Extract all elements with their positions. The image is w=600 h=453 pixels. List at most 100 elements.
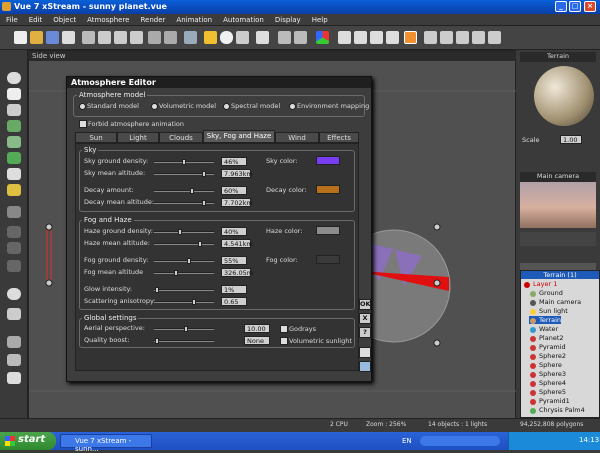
slider-handle[interactable] [202, 171, 206, 177]
copy-icon[interactable] [98, 31, 111, 44]
slider-handle[interactable] [202, 200, 206, 206]
godrays-checkbox[interactable]: Godrays [280, 325, 316, 333]
duplicate-icon[interactable] [130, 31, 143, 44]
media-controls[interactable] [420, 436, 500, 446]
tab-sky-fog-haze[interactable]: Sky, Fog and Haze [203, 130, 275, 143]
light-icon[interactable] [7, 184, 21, 196]
scattering-slider[interactable] [154, 299, 214, 305]
select-icon[interactable] [184, 31, 197, 44]
menu-animation[interactable]: Animation [170, 14, 217, 24]
menu-automation[interactable]: Automation [217, 14, 269, 24]
quality-boost-slider[interactable] [154, 338, 214, 344]
layer-item[interactable]: Planet2 [529, 334, 564, 342]
material-icon[interactable] [316, 31, 329, 44]
quality-boost-value[interactable]: None [244, 336, 270, 345]
sky-altitude-value[interactable]: 7.963km [221, 169, 253, 178]
menu-file[interactable]: File [0, 14, 23, 24]
glow-intensity-slider[interactable] [154, 287, 214, 293]
camera-preview[interactable] [520, 182, 596, 228]
haze-altitude-slider[interactable] [154, 241, 214, 247]
aerial-perspective-value[interactable]: 10.00 [244, 324, 270, 333]
slider-handle[interactable] [198, 241, 202, 247]
close-button[interactable]: × [584, 1, 596, 12]
layer-item[interactable]: Pyramid1 [529, 397, 570, 405]
decay-altitude-value[interactable]: 7.702km [221, 198, 253, 207]
document-icon[interactable] [359, 347, 371, 358]
slider-handle[interactable] [155, 338, 159, 344]
boolean-icon[interactable] [7, 226, 21, 238]
camera-icon[interactable] [7, 288, 21, 300]
decay-amount-slider[interactable] [154, 188, 214, 194]
fog-density-value[interactable]: 55% [221, 256, 247, 265]
slider-handle[interactable] [190, 188, 194, 194]
plant-icon[interactable] [7, 136, 21, 148]
pan-icon[interactable] [386, 31, 399, 44]
zoom-in-icon[interactable] [354, 31, 367, 44]
menu-edit[interactable]: Edit [23, 14, 48, 24]
decay-amount-value[interactable]: 60% [221, 186, 247, 195]
zoom-out-icon[interactable] [370, 31, 383, 44]
haze-density-slider[interactable] [154, 229, 214, 235]
menu-atmosphere[interactable]: Atmosphere [81, 14, 134, 24]
layer-item[interactable]: Chrysis Palm4 [529, 406, 585, 414]
haze-density-value[interactable]: 40% [221, 227, 247, 236]
options-icon[interactable] [488, 31, 501, 44]
layer-item[interactable]: Ground [529, 289, 563, 297]
tree-icon[interactable] [7, 152, 21, 164]
sky-density-slider[interactable] [154, 159, 214, 165]
decay-color-swatch[interactable] [316, 185, 340, 194]
text-icon[interactable] [7, 88, 21, 100]
layer-item[interactable]: Sphere [529, 361, 562, 369]
tab-wind[interactable]: Wind [275, 132, 319, 143]
atmosphere-icon[interactable] [236, 31, 249, 44]
hypertexture-icon[interactable] [7, 260, 21, 272]
layer-item[interactable]: Pyramid [529, 343, 566, 351]
sky-color-swatch[interactable] [316, 156, 340, 165]
camera-controls[interactable] [520, 232, 596, 246]
gizmo-icon[interactable] [294, 31, 307, 44]
tab-effects[interactable]: Effects [319, 132, 359, 143]
preview-icon[interactable] [456, 31, 469, 44]
ecosystem-icon[interactable] [7, 354, 21, 366]
layer-item[interactable]: Sphere3 [529, 370, 566, 378]
slider-handle[interactable] [192, 299, 196, 305]
zoom-fit-icon[interactable] [338, 31, 351, 44]
slider-handle[interactable] [178, 229, 182, 235]
radio-standard-model[interactable]: Standard model [79, 102, 139, 110]
layer-item[interactable]: Sphere5 [529, 388, 566, 396]
layer-item[interactable]: Main camera [529, 298, 581, 306]
slider-handle[interactable] [187, 258, 191, 264]
tab-light[interactable]: Light [117, 132, 159, 143]
metablob-icon[interactable] [7, 242, 21, 254]
tab-sun[interactable]: Sun [75, 132, 117, 143]
cube-icon[interactable] [256, 31, 269, 44]
layer-item[interactable]: Sphere4 [529, 379, 566, 387]
open-icon[interactable] [30, 31, 43, 44]
animation-icon[interactable] [7, 308, 21, 320]
paste-icon[interactable] [114, 31, 127, 44]
rotate-icon[interactable] [278, 31, 291, 44]
slider-handle[interactable] [184, 326, 188, 332]
new-icon[interactable] [14, 31, 27, 44]
sun-icon[interactable] [204, 31, 217, 44]
terrain-icon[interactable] [7, 120, 21, 132]
render-icon[interactable] [404, 31, 417, 44]
group-icon[interactable] [7, 206, 21, 218]
volumetric-sunlight-checkbox[interactable]: Volumetric sunlight [280, 337, 352, 345]
ok-button[interactable]: OK [359, 299, 371, 310]
fog-color-swatch[interactable] [316, 255, 340, 264]
start-button[interactable]: start [0, 432, 56, 450]
radio-spectral-model[interactable]: Spectral model [223, 102, 280, 110]
layer-item[interactable]: Sphere2 [529, 352, 566, 360]
haze-color-swatch[interactable] [316, 226, 340, 235]
cancel-button[interactable]: X [359, 313, 371, 324]
haze-altitude-value[interactable]: 4.541km [221, 239, 253, 248]
rock-icon[interactable] [7, 168, 21, 180]
graph-icon[interactable] [7, 336, 21, 348]
sky-density-value[interactable]: 46% [221, 157, 247, 166]
maximize-button[interactable]: □ [569, 1, 581, 12]
scale-input[interactable]: 1.00 [560, 135, 582, 144]
load-preset-icon[interactable] [359, 361, 371, 372]
redo-icon[interactable] [164, 31, 177, 44]
layout-icon[interactable] [440, 31, 453, 44]
